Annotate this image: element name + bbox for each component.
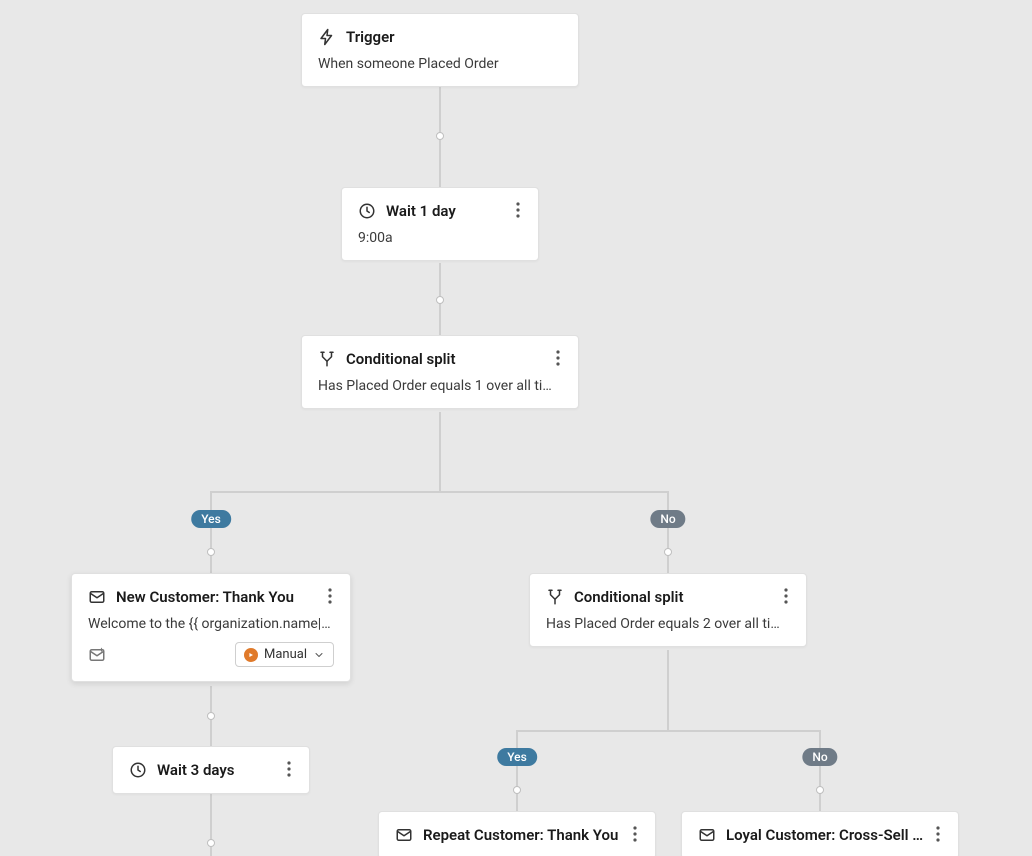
smart-send-icon — [88, 646, 106, 664]
connector-dot — [207, 712, 215, 720]
branch-label-yes: Yes — [191, 510, 231, 528]
connector-dot — [664, 548, 672, 556]
node-title: Conditional split — [346, 350, 455, 368]
lightning-icon — [318, 28, 336, 46]
node-menu-button[interactable] — [776, 584, 796, 608]
node-menu-button[interactable] — [320, 584, 340, 608]
email-node[interactable]: New Customer: Thank You Welcome to the {… — [71, 573, 351, 682]
node-menu-button[interactable] — [508, 198, 528, 222]
connector-dot — [436, 296, 444, 304]
node-title: Wait 3 days — [157, 761, 235, 779]
connector — [516, 730, 518, 811]
node-menu-button[interactable] — [548, 346, 568, 370]
manual-status-icon — [244, 648, 258, 662]
wait-node[interactable]: Wait 1 day 9:00a — [341, 187, 539, 261]
email-node[interactable]: Loyal Customer: Cross-Sell +… — [681, 811, 959, 856]
conditional-split-node[interactable]: Conditional split Has Placed Order equal… — [301, 335, 579, 409]
connector — [667, 650, 669, 730]
email-icon — [88, 588, 106, 606]
node-menu-button[interactable] — [928, 822, 948, 846]
node-title: Loyal Customer: Cross-Sell +… — [726, 826, 926, 844]
chevron-down-icon — [313, 649, 325, 661]
email-icon — [395, 826, 413, 844]
branch-label-yes: Yes — [497, 748, 537, 766]
connector-dot — [436, 132, 444, 140]
node-description: Has Placed Order equals 1 over all time. — [318, 378, 562, 394]
connector-dot — [207, 548, 215, 556]
connector-dot — [816, 786, 824, 794]
connector — [439, 412, 441, 492]
node-menu-button[interactable] — [279, 757, 299, 781]
node-title: Repeat Customer: Thank You — [423, 826, 618, 844]
connector-dot — [513, 786, 521, 794]
node-description: 9:00a — [358, 230, 522, 246]
branch-label-no: No — [650, 510, 685, 528]
node-description: When someone Placed Order — [318, 56, 562, 72]
flow-canvas[interactable]: Yes No Yes No Trigger When someone Place… — [0, 0, 1032, 856]
split-icon — [546, 588, 564, 606]
email-icon — [698, 826, 716, 844]
node-description: Has Placed Order equals 2 over all time. — [546, 616, 790, 632]
email-node[interactable]: Repeat Customer: Thank You — [378, 811, 656, 856]
clock-icon — [358, 202, 376, 220]
connector — [667, 491, 669, 573]
wait-node[interactable]: Wait 3 days — [112, 746, 310, 794]
node-title: New Customer: Thank You — [116, 588, 294, 606]
branch-label-no: No — [802, 748, 837, 766]
node-menu-button[interactable] — [625, 822, 645, 846]
node-title: Wait 1 day — [386, 202, 456, 220]
connector — [211, 491, 668, 493]
node-description: Welcome to the {{ organization.name|titl… — [88, 616, 334, 632]
trigger-node[interactable]: Trigger When someone Placed Order — [301, 13, 579, 87]
node-title: Trigger — [346, 28, 395, 46]
connector — [819, 730, 821, 811]
connector — [210, 491, 212, 573]
clock-icon — [129, 761, 147, 779]
split-icon — [318, 350, 336, 368]
node-title: Conditional split — [574, 588, 683, 606]
connector-dot — [207, 839, 215, 847]
conditional-split-node[interactable]: Conditional split Has Placed Order equal… — [529, 573, 807, 647]
connector — [517, 730, 820, 732]
send-mode-label: Manual — [264, 647, 307, 662]
send-mode-dropdown[interactable]: Manual — [235, 642, 334, 667]
